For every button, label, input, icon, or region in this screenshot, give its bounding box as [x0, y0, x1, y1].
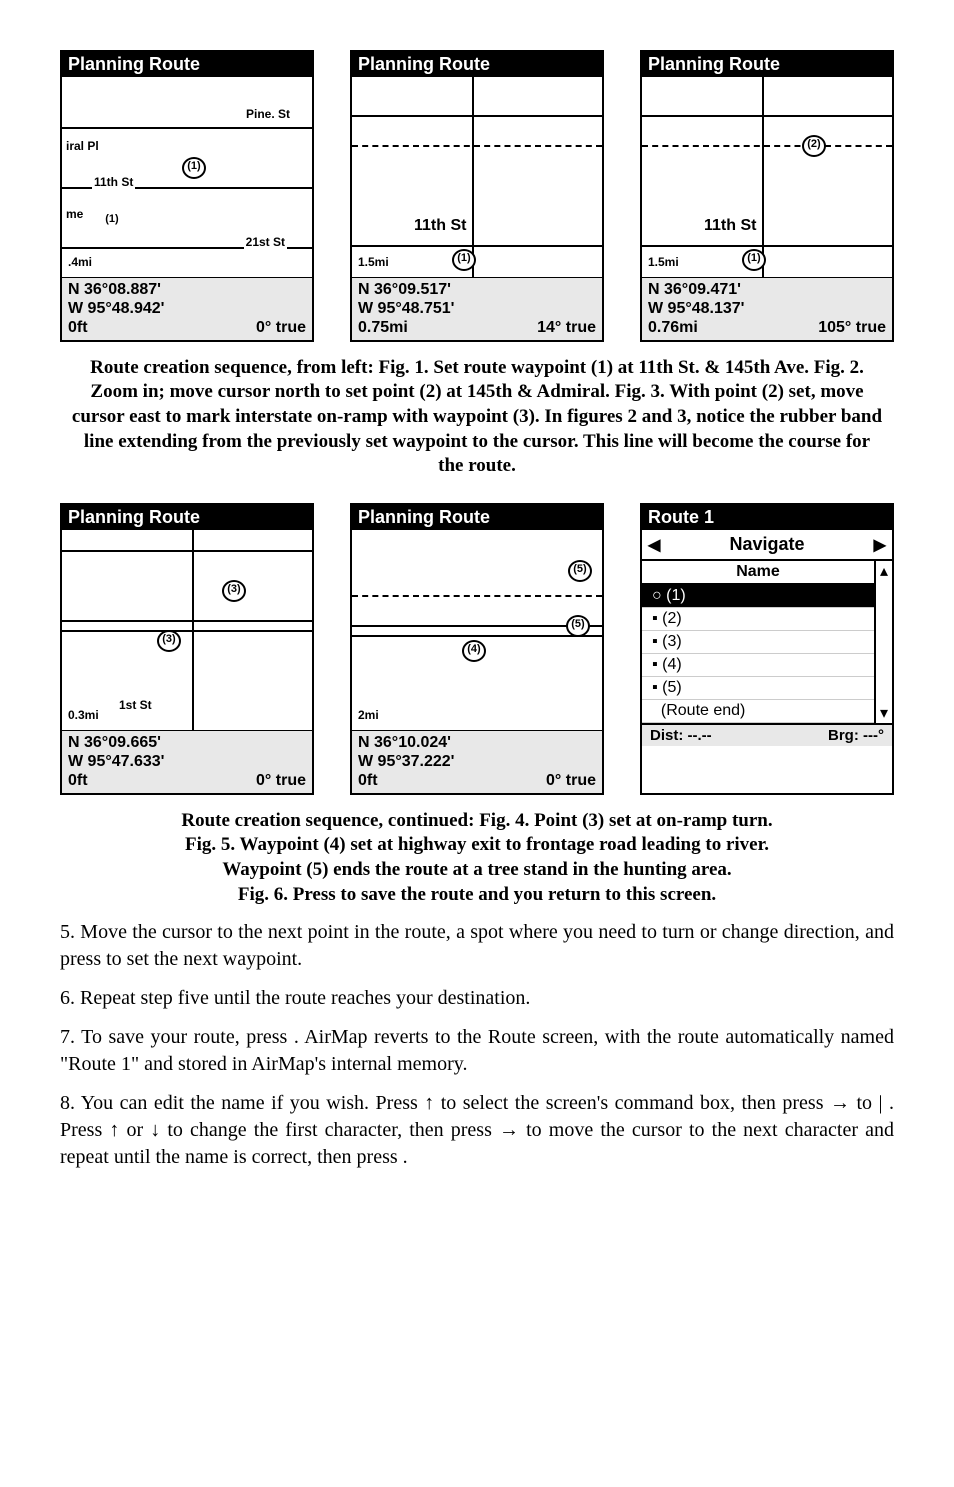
step-6: 6. Repeat step five until the route reac… [60, 985, 894, 1012]
caption-line: Waypoint (5) ends the route at a tree st… [70, 858, 884, 883]
screen-title: Planning Route [642, 52, 892, 77]
caption-1: Route creation sequence, from left: Fig.… [70, 356, 884, 479]
waypoint-marker: (3) [157, 630, 181, 652]
brg-label: Brg: ---° [828, 727, 884, 744]
scroll-up-icon[interactable]: ▴ [880, 561, 888, 581]
step-8: 8. You can edit the name if you wish. Pr… [60, 1090, 894, 1171]
route-footer: Dist: --.-- Brg: ---° [642, 723, 892, 746]
figure-row-2: Planning Route (3) (3) 1st St 0.3mi N 36… [60, 503, 894, 795]
route-item[interactable]: (Route end) [642, 700, 874, 723]
waypoint-marker: (4) [462, 640, 486, 662]
map-label: 1.5mi [356, 255, 391, 269]
map-area: Pine. St iral Pl 11th St me 21st St .4mi… [62, 77, 312, 278]
scrollbar[interactable]: ▴ ▾ [874, 561, 892, 723]
coord-n: N 36°09.665' [68, 733, 306, 752]
waypoint-marker: (3) [222, 580, 246, 602]
coord-w: W 95°47.633' [68, 752, 306, 771]
map-area: 11th St 1.5mi (1) [352, 77, 602, 278]
map-area: 11th St 1.5mi (2) (1) [642, 77, 892, 278]
coord-n: N 36°10.024' [358, 733, 596, 752]
waypoint-marker: (1) [102, 212, 122, 230]
screen-title: Planning Route [352, 505, 602, 530]
device-screen-fig2: Planning Route 11th St 1.5mi (1) N 36°09… [350, 50, 604, 342]
coord-w: W 95°37.222' [358, 752, 596, 771]
map-label: Pine. St [244, 107, 292, 121]
device-screen-fig5: Planning Route (5) (5) (4) 2mi N 36°10.0… [350, 503, 604, 795]
map-label: 21st St [244, 235, 287, 249]
waypoint-marker: (1) [182, 157, 206, 179]
coord-n: N 36°09.517' [358, 280, 596, 299]
coord-w: W 95°48.942' [68, 299, 306, 318]
distance: 0ft [68, 318, 88, 337]
map-area: (5) (5) (4) 2mi [352, 530, 602, 731]
device-screen-fig4: Planning Route (3) (3) 1st St 0.3mi N 36… [60, 503, 314, 795]
dist-label: Dist: --.-- [650, 727, 712, 744]
route-item[interactable]: ▪ (5) [642, 677, 874, 700]
waypoint-marker: (1) [452, 249, 476, 271]
coord-panel: N 36°10.024' W 95°37.222' 0ft 0° true [352, 731, 602, 793]
distance: 0.76mi [648, 318, 698, 337]
map-label: 2mi [356, 708, 381, 722]
coord-panel: N 36°08.887' W 95°48.942' 0ft 0° true [62, 278, 312, 340]
waypoint-marker: (1) [742, 249, 766, 271]
device-screen-fig1: Planning Route Pine. St iral Pl 11th St … [60, 50, 314, 342]
screen-title: Planning Route [352, 52, 602, 77]
step-5: 5. Move the cursor to the next point in … [60, 919, 894, 973]
arrow-right-icon: ▶ [874, 535, 886, 555]
navigate-label: Navigate [729, 534, 804, 555]
caption-line: Fig. 5. Waypoint (4) set at highway exit… [70, 833, 884, 858]
coord-n: N 36°09.471' [648, 280, 886, 299]
coord-panel: N 36°09.471' W 95°48.137' 0.76mi 105° tr… [642, 278, 892, 340]
bearing: 105° true [818, 318, 886, 337]
device-screen-fig3: Planning Route 11th St 1.5mi (2) (1) N 3… [640, 50, 894, 342]
waypoint-marker: (5) [566, 615, 590, 637]
caption-line: Route creation sequence, continued: Fig.… [70, 809, 884, 834]
map-label: iral Pl [64, 139, 101, 153]
route-item[interactable]: ▪ (2) [642, 608, 874, 631]
waypoint-marker: (2) [802, 135, 826, 157]
coord-w: W 95°48.751' [358, 299, 596, 318]
coord-panel: N 36°09.665' W 95°47.633' 0ft 0° true [62, 731, 312, 793]
arrow-left-icon: ◀ [648, 535, 660, 555]
map-area: (3) (3) 1st St 0.3mi [62, 530, 312, 731]
map-label: 1.5mi [646, 255, 681, 269]
route-item[interactable]: ▪ (3) [642, 631, 874, 654]
coord-n: N 36°08.887' [68, 280, 306, 299]
scroll-down-icon[interactable]: ▾ [880, 703, 888, 723]
map-label: 1st St [117, 698, 154, 712]
screen-title: Planning Route [62, 52, 312, 77]
coord-w: W 95°48.137' [648, 299, 886, 318]
distance: 0.75mi [358, 318, 408, 337]
coord-panel: N 36°09.517' W 95°48.751' 0.75mi 14° tru… [352, 278, 602, 340]
screen-title: Planning Route [62, 505, 312, 530]
map-label: 11th St [702, 217, 758, 235]
bearing: 0° true [256, 318, 306, 337]
waypoint-marker: (5) [568, 560, 592, 582]
distance: 0ft [68, 771, 88, 790]
caption-2: Route creation sequence, continued: Fig.… [70, 809, 884, 908]
route-body: ◀ Navigate ▶ Name ○ (1) ▪ (2) ▪ (3) ▪ (4… [642, 530, 892, 746]
route-column-header: Name [642, 561, 874, 585]
route-item[interactable]: ○ (1) [642, 585, 874, 608]
navigate-command[interactable]: ◀ Navigate ▶ [642, 530, 892, 561]
device-screen-fig6: Route 1 ◀ Navigate ▶ Name ○ (1) ▪ (2) ▪ … [640, 503, 894, 795]
route-list: ○ (1) ▪ (2) ▪ (3) ▪ (4) ▪ (5) (Route end… [642, 585, 874, 723]
step-7: 7. To save your route, press . AirMap re… [60, 1024, 894, 1078]
screen-title: Route 1 [642, 505, 892, 530]
map-label: 11th St [412, 217, 468, 235]
bearing: 0° true [256, 771, 306, 790]
map-label: 11th St [92, 175, 135, 189]
caption-line: Fig. 6. Press to save the route and you … [70, 883, 884, 908]
map-label: 0.3mi [66, 708, 101, 722]
bearing: 0° true [546, 771, 596, 790]
figure-row-1: Planning Route Pine. St iral Pl 11th St … [60, 50, 894, 342]
distance: 0ft [358, 771, 378, 790]
bearing: 14° true [537, 318, 596, 337]
route-item[interactable]: ▪ (4) [642, 654, 874, 677]
map-label: .4mi [66, 255, 94, 269]
map-label: me [64, 207, 85, 221]
